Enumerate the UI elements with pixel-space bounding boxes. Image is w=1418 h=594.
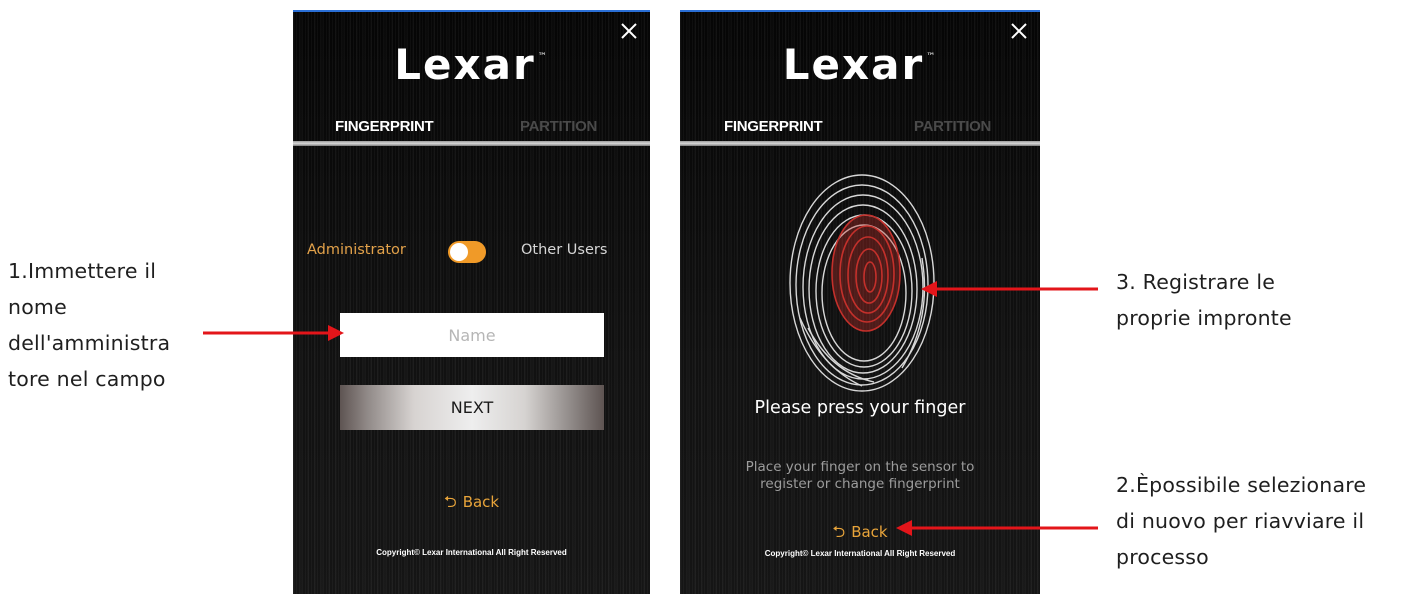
annotation-line: nome <box>8 295 67 319</box>
close-icon[interactable] <box>618 20 640 42</box>
instruction-line: register or change fingerprint <box>760 476 960 492</box>
tab-fingerprint[interactable]: FINGERPRINT <box>724 118 823 135</box>
lexar-login-panel: Lexar ™ FINGERPRINT PARTITION Administrat… <box>293 10 650 594</box>
lexar-logo: Lexar ™ <box>293 40 650 89</box>
back-label: Back <box>462 493 500 511</box>
copyright-text: Copyright© Lexar International All Right… <box>764 549 956 558</box>
annotation-line: proprie impronte <box>1116 306 1292 330</box>
close-icon[interactable] <box>1008 20 1030 42</box>
tab-partition[interactable]: PARTITION <box>520 118 597 135</box>
role-selector: Administrator Other Users <box>293 241 650 264</box>
back-arrow-icon: ⮌ <box>832 522 846 541</box>
trademark-mark: ™ <box>537 52 549 62</box>
tab-partition[interactable]: PARTITION <box>914 118 991 135</box>
lexar-fingerprint-panel: Lexar ™ FINGERPRINT PARTITION Please pres… <box>680 10 1040 594</box>
tab-underline <box>293 141 650 146</box>
annotation-line: di nuovo per riavviare il <box>1116 509 1365 533</box>
tab-bar: FINGERPRINT PARTITION <box>293 118 650 142</box>
annotation-line: 2.Èpossibile selezionare <box>1116 473 1367 497</box>
role-other-users-label[interactable]: Other Users <box>521 242 607 258</box>
annotation-line: processo <box>1116 545 1209 569</box>
toggle-knob <box>450 243 468 261</box>
copyright-text: Copyright© Lexar International All Right… <box>376 548 567 557</box>
window-top-bar <box>680 10 1040 12</box>
annotation-step-3: 3. Registrare le proprie impronte <box>1116 264 1292 336</box>
annotation-line: 1.Immettere il <box>8 259 157 283</box>
window-top-bar <box>293 10 650 12</box>
annotation-line: 3. Registrare le <box>1116 270 1276 294</box>
back-button[interactable]: ⮌ Back <box>293 491 650 518</box>
trademark-mark: ™ <box>926 52 938 62</box>
annotation-line: tore nel campo <box>8 367 166 391</box>
back-button[interactable]: ⮌ Back <box>680 521 1040 548</box>
back-label: Back <box>851 523 888 541</box>
logo-text: Lexar <box>782 40 925 89</box>
tab-underline <box>680 141 1040 146</box>
next-button[interactable]: NEXT <box>340 385 604 430</box>
back-arrow-icon: ⮌ <box>443 492 457 511</box>
tab-bar: FINGERPRINT PARTITION <box>680 118 1040 142</box>
annotation-step-2: 2.Èpossibile selezionare di nuovo per ri… <box>1116 467 1366 575</box>
logo-text: Lexar <box>394 40 536 89</box>
role-administrator-label[interactable]: Administrator <box>307 242 406 258</box>
role-toggle[interactable] <box>448 241 486 263</box>
fingerprint-icon <box>789 174 935 392</box>
name-input[interactable] <box>340 313 604 357</box>
annotation-line: dell'amministra <box>8 331 171 355</box>
fingerprint-instructions: Place your finger on the sensor to regis… <box>710 459 1010 493</box>
annotation-step-1: 1.Immettere il nome dell'amministra tore… <box>8 253 170 397</box>
instruction-line: Place your finger on the sensor to <box>745 459 975 475</box>
tab-fingerprint[interactable]: FINGERPRINT <box>335 118 434 135</box>
press-finger-title: Please press your finger <box>754 398 966 418</box>
lexar-logo: Lexar ™ <box>680 40 1040 89</box>
